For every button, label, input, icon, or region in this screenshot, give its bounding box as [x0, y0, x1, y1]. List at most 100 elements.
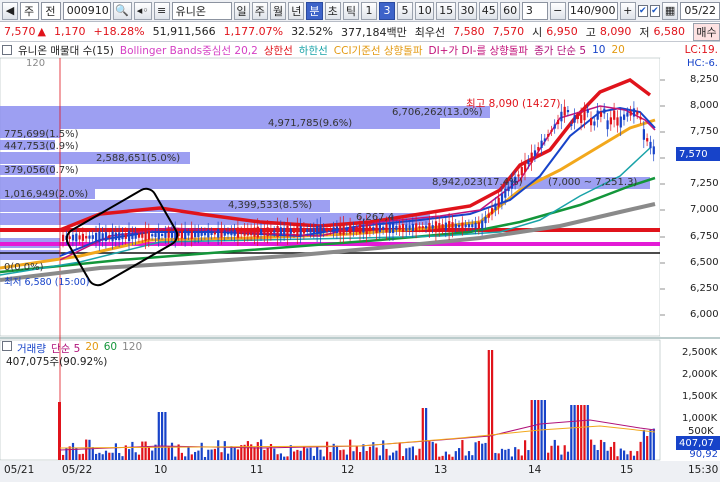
volume-bar: [309, 447, 312, 460]
candle-body: [118, 232, 121, 241]
candle-body: [603, 108, 606, 114]
volume-bar: [629, 450, 632, 460]
volume-bar: [454, 451, 457, 460]
volume-bar: [458, 448, 461, 460]
volume-bar: [286, 456, 289, 460]
volume-bar: [375, 447, 378, 460]
candle-body: [349, 225, 352, 234]
volume-bar: [632, 455, 636, 460]
volume-axis-3: 1,000K: [682, 413, 718, 424]
candle-body: [533, 150, 537, 157]
candle-body: [293, 228, 296, 234]
candle-body: [253, 227, 256, 237]
candle-body: [243, 229, 246, 236]
volume-bar: [524, 440, 527, 460]
volume-bar: [365, 450, 368, 460]
candle-body: [306, 229, 309, 232]
volume-axis-0: 2,500K: [682, 347, 718, 358]
volume-bar: [326, 441, 329, 460]
chart-canvas[interactable]: [0, 0, 720, 482]
candle-body: [434, 221, 438, 233]
volume-ma120[interactable]: 120: [122, 341, 142, 356]
candle-body: [451, 222, 454, 231]
volume-bar: [71, 442, 75, 460]
candle-body: [461, 222, 464, 230]
price-axis-label-0: 8,250: [690, 74, 719, 85]
candle-body: [378, 224, 381, 233]
candle-body: [616, 117, 619, 126]
volume-bar: [421, 408, 424, 460]
candle-body: [200, 231, 203, 236]
candle-body: [487, 213, 490, 218]
candle-body: [438, 223, 441, 231]
volume-bar: [441, 455, 444, 460]
volume-bar: [566, 451, 570, 460]
candle-body: [194, 230, 197, 238]
candle-body: [286, 225, 289, 237]
candle-body: [233, 229, 236, 236]
volume-bar: [246, 441, 249, 460]
volume-bar: [283, 456, 286, 460]
candle-body: [524, 161, 527, 172]
volume-bar: [599, 439, 603, 460]
volume-bar: [322, 456, 325, 460]
candle-body: [642, 129, 645, 140]
candle-body: [161, 233, 164, 237]
volume-bar: [517, 449, 520, 460]
volume-checkbox[interactable]: [2, 341, 12, 351]
candle-body: [599, 112, 603, 117]
candle-body: [167, 231, 170, 238]
volume-bar: [359, 452, 362, 460]
volume-bar: [507, 448, 510, 460]
volume-bar: [62, 454, 65, 460]
candle-body: [62, 234, 65, 242]
price-axis-label-9: 6,000: [690, 309, 719, 320]
volume-bar: [335, 445, 339, 460]
candle-body: [88, 235, 91, 239]
volume-bar: [580, 405, 583, 460]
candle-body: [504, 188, 507, 198]
volume-bar: [560, 454, 563, 460]
candle-body: [276, 226, 279, 237]
candle-body: [329, 228, 332, 232]
candle-body: [345, 228, 348, 231]
candle-body: [283, 227, 286, 235]
candle-body: [421, 226, 424, 229]
volume-bar: [220, 452, 223, 460]
volume-bar: [319, 449, 322, 460]
candle-body: [124, 233, 127, 239]
candle-body: [477, 222, 480, 229]
volume-bar: [197, 450, 200, 460]
volume-bar: [461, 440, 464, 460]
current-price-tag: 7,570: [676, 147, 720, 161]
volume-bar: [263, 449, 266, 460]
time-axis-11: 11: [250, 464, 264, 476]
candle-body: [484, 216, 487, 224]
candle-body: [583, 110, 586, 121]
candle-body: [273, 230, 276, 233]
candle-body: [227, 231, 230, 235]
vp-label-2: 775,699(1.5%): [4, 129, 79, 140]
time-axis-10: 10: [154, 464, 168, 476]
candle-body: [114, 232, 117, 241]
candle-body: [382, 226, 385, 230]
candle-body: [530, 152, 533, 163]
volume-bar: [652, 428, 655, 460]
time-axis-13: 13: [434, 464, 448, 476]
time-axis-12: 12: [341, 464, 355, 476]
volume-bar: [477, 440, 480, 460]
volume-bar: [137, 454, 141, 460]
volume-bar: [223, 441, 226, 460]
volume-bar: [104, 450, 108, 460]
candle-body: [408, 225, 411, 230]
volume-bar: [636, 451, 639, 460]
volume-bar: [194, 451, 197, 460]
volume-bar: [415, 455, 418, 460]
volume-bar: [256, 442, 259, 460]
volume-bar: [312, 455, 315, 460]
candle-body: [365, 223, 368, 235]
volume-bar: [316, 447, 319, 460]
candle-body: [520, 166, 523, 176]
candle-body: [375, 224, 378, 233]
candle-body: [299, 226, 302, 236]
